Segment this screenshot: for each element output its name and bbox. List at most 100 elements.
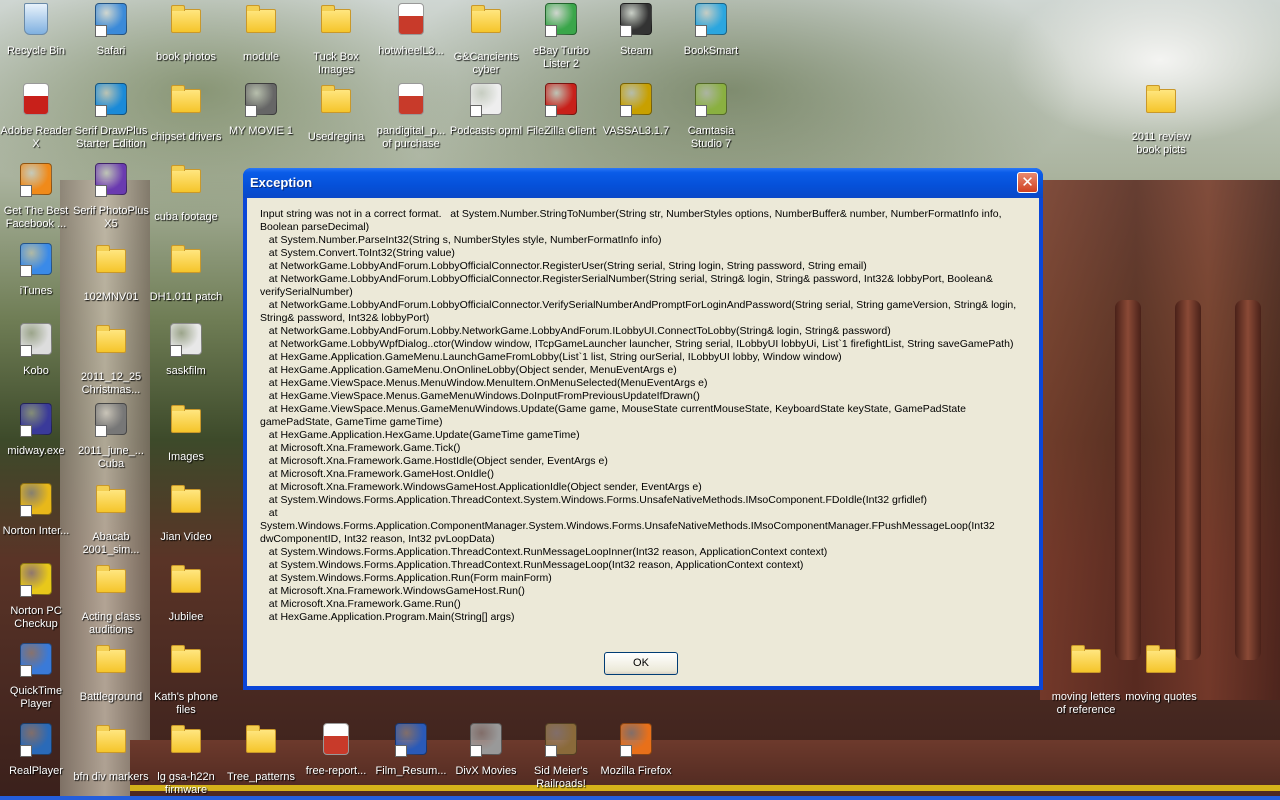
desktop-icon-lg-gsa-h22n-firmware[interactable]: lg gsa-h22n firmware (148, 723, 224, 797)
shortcut-arrow-icon (470, 105, 482, 117)
desktop-icon-ebay-turbo-lister-2[interactable]: eBay Turbo Lister 2 (523, 3, 599, 71)
shortcut-arrow-icon (95, 185, 107, 197)
desktop-icon-jubilee[interactable]: Jubilee (148, 563, 224, 624)
pdf-file-icon (20, 83, 52, 115)
close-button[interactable]: ✕ (1017, 172, 1038, 193)
desktop-icon-vassal3-1-7[interactable]: VASSAL3.1.7 (598, 83, 674, 138)
desktop-icon-label: 102MNV01 (83, 291, 139, 303)
pdf-file-icon (320, 723, 352, 755)
desktop-icon-kath-s-phone-files[interactable]: Kath's phone files (148, 643, 224, 717)
desktop-icon-saskfilm[interactable]: saskfilm (148, 323, 224, 378)
desktop-icon-realplayer[interactable]: RealPlayer (0, 723, 74, 778)
desktop-icon-cuba-footage[interactable]: cuba footage (148, 163, 224, 224)
desktop-icon-jian-video[interactable]: Jian Video (148, 483, 224, 544)
desktop-icon-102mnv01[interactable]: 102MNV01 (73, 243, 149, 304)
desktop-icon-safari[interactable]: Safari (73, 3, 149, 58)
desktop-icon-divx-movies[interactable]: DivX Movies (448, 723, 524, 778)
desktop-icon-label: Podcasts opml (449, 125, 523, 137)
application-icon (20, 243, 52, 277)
desktop-icon-camtasia-studio-7[interactable]: Camtasia Studio 7 (673, 83, 749, 151)
desktop-icon-label: hotwheelL3... (378, 45, 444, 57)
application-icon (95, 3, 127, 37)
ok-button[interactable]: OK (604, 652, 678, 675)
background-baluster (1235, 300, 1261, 660)
desktop-icon-tuck-box-images[interactable]: Tuck Box Images (298, 3, 374, 77)
desktop-icon-moving-letters-of-reference[interactable]: moving letters of reference (1048, 643, 1124, 717)
desktop-icon-label: moving letters of reference (1051, 691, 1121, 716)
application-icon (20, 483, 52, 517)
desktop-icon-quicktime-player[interactable]: QuickTime Player (0, 643, 74, 711)
pdf-file-icon (395, 83, 427, 115)
desktop-icon-label: Kath's phone files (154, 691, 218, 716)
desktop-icon-label: Film_Resum... (375, 765, 447, 777)
desktop-icon-pandigital-p-of-purchase[interactable]: pandigital_p... of purchase (373, 83, 449, 151)
desktop-icon-acting-class-auditions[interactable]: Acting class auditions (73, 563, 149, 637)
desktop-icon-label: Abacab 2001_sim... (82, 531, 140, 556)
desktop-icon-battleground[interactable]: Battleground (73, 643, 149, 704)
desktop-icon-label: Camtasia Studio 7 (687, 125, 735, 150)
desktop-icon-bfn-div-markers[interactable]: bfn div markers (73, 723, 149, 784)
shortcut-arrow-icon (245, 105, 257, 117)
desktop-icon-usedregina[interactable]: Usedregina (298, 83, 374, 144)
desktop-icon-filezilla-client[interactable]: FileZilla Client (523, 83, 599, 138)
shortcut-arrow-icon (470, 745, 482, 757)
folder-icon (245, 5, 277, 41)
desktop-icon-my-movie-1[interactable]: MY MOVIE 1 (223, 83, 299, 138)
desktop-icon-label: saskfilm (166, 365, 206, 377)
desktop-icon-g-cancients-cyber[interactable]: G&Cancients cyber (448, 3, 524, 77)
folder-icon (320, 5, 352, 41)
desktop-icon-label: module (242, 51, 280, 63)
application-icon (95, 163, 127, 197)
desktop-icon-dh1-011-patch[interactable]: DH1.011 patch (148, 243, 224, 304)
desktop-icon-label: pandigital_p... of purchase (376, 125, 446, 150)
desktop-icon-label: free-report... (305, 765, 367, 777)
folder-icon (95, 485, 127, 521)
desktop-icon-label: Serif DrawPlus Starter Edition (74, 125, 148, 150)
folder-icon (95, 725, 127, 761)
desktop-icon-free-report[interactable]: free-report... (298, 723, 374, 778)
desktop-icon-serif-photoplus-x5[interactable]: Serif PhotoPlus X5 (73, 163, 149, 231)
desktop-icon-hotwheell3[interactable]: hotwheelL3... (373, 3, 449, 58)
application-icon (695, 3, 727, 37)
desktop-icon-mozilla-firefox[interactable]: Mozilla Firefox (598, 723, 674, 778)
desktop-icon-serif-drawplus-starter-edition[interactable]: Serif DrawPlus Starter Edition (73, 83, 149, 151)
desktop-icon-steam[interactable]: Steam (598, 3, 674, 58)
folder-icon (245, 725, 277, 761)
desktop-icon-booksmart[interactable]: BookSmart (673, 3, 749, 58)
close-icon: ✕ (1021, 173, 1034, 191)
desktop-icon-get-the-best-facebook[interactable]: Get The Best Facebook ... (0, 163, 74, 231)
folder-icon (320, 85, 352, 121)
desktop-icon-film-resum[interactable]: Film_Resum... (373, 723, 449, 778)
desktop-icon-norton-inter[interactable]: Norton Inter... (0, 483, 74, 538)
desktop-icon-itunes[interactable]: iTunes (0, 243, 74, 298)
desktop-icon-moving-quotes[interactable]: moving quotes (1123, 643, 1199, 704)
application-icon (245, 83, 277, 117)
desktop-icon-sid-meier-s-railroads[interactable]: Sid Meier's Railroads! (523, 723, 599, 791)
desktop-icon-norton-pc-checkup[interactable]: Norton PC Checkup (0, 563, 74, 631)
desktop-icon-2011-review-book-picts[interactable]: 2011 review book picts (1123, 83, 1199, 157)
dialog-titlebar[interactable]: Exception ✕ (243, 168, 1043, 198)
exception-dialog: Exception ✕ Input string was not in a co… (243, 168, 1043, 690)
folder-icon (170, 645, 202, 681)
desktop-icon-images[interactable]: Images (148, 403, 224, 464)
folder-icon (170, 725, 202, 761)
desktop-icon-chipset-drivers[interactable]: chipset drivers (148, 83, 224, 144)
desktop-icon-tree-patterns[interactable]: Tree_patterns (223, 723, 299, 784)
desktop-icon-kobo[interactable]: Kobo (0, 323, 74, 378)
desktop-icon-book-photos[interactable]: book photos (148, 3, 224, 64)
shortcut-arrow-icon (545, 105, 557, 117)
folder-icon (1070, 645, 1102, 681)
desktop-icon-2011-june-cuba[interactable]: 2011_june_... Cuba (73, 403, 149, 471)
application-icon (95, 83, 127, 117)
desktop-icon-adobe-reader-x[interactable]: Adobe Reader X (0, 83, 74, 151)
desktop-icon-2011-12-25-christmas[interactable]: 2011_12_25 Christmas... (73, 323, 149, 397)
application-icon (395, 723, 427, 757)
desktop-icon-abacab-2001-sim[interactable]: Abacab 2001_sim... (73, 483, 149, 557)
shortcut-arrow-icon (620, 105, 632, 117)
desktop-icon-label: Jubilee (168, 611, 204, 623)
desktop-icon-podcasts-opml[interactable]: Podcasts opml (448, 83, 524, 138)
desktop-icon-midway-exe[interactable]: midway.exe (0, 403, 74, 458)
application-icon (620, 83, 652, 117)
desktop-icon-module[interactable]: module (223, 3, 299, 64)
desktop-icon-recycle-bin[interactable]: Recycle Bin (0, 3, 74, 58)
